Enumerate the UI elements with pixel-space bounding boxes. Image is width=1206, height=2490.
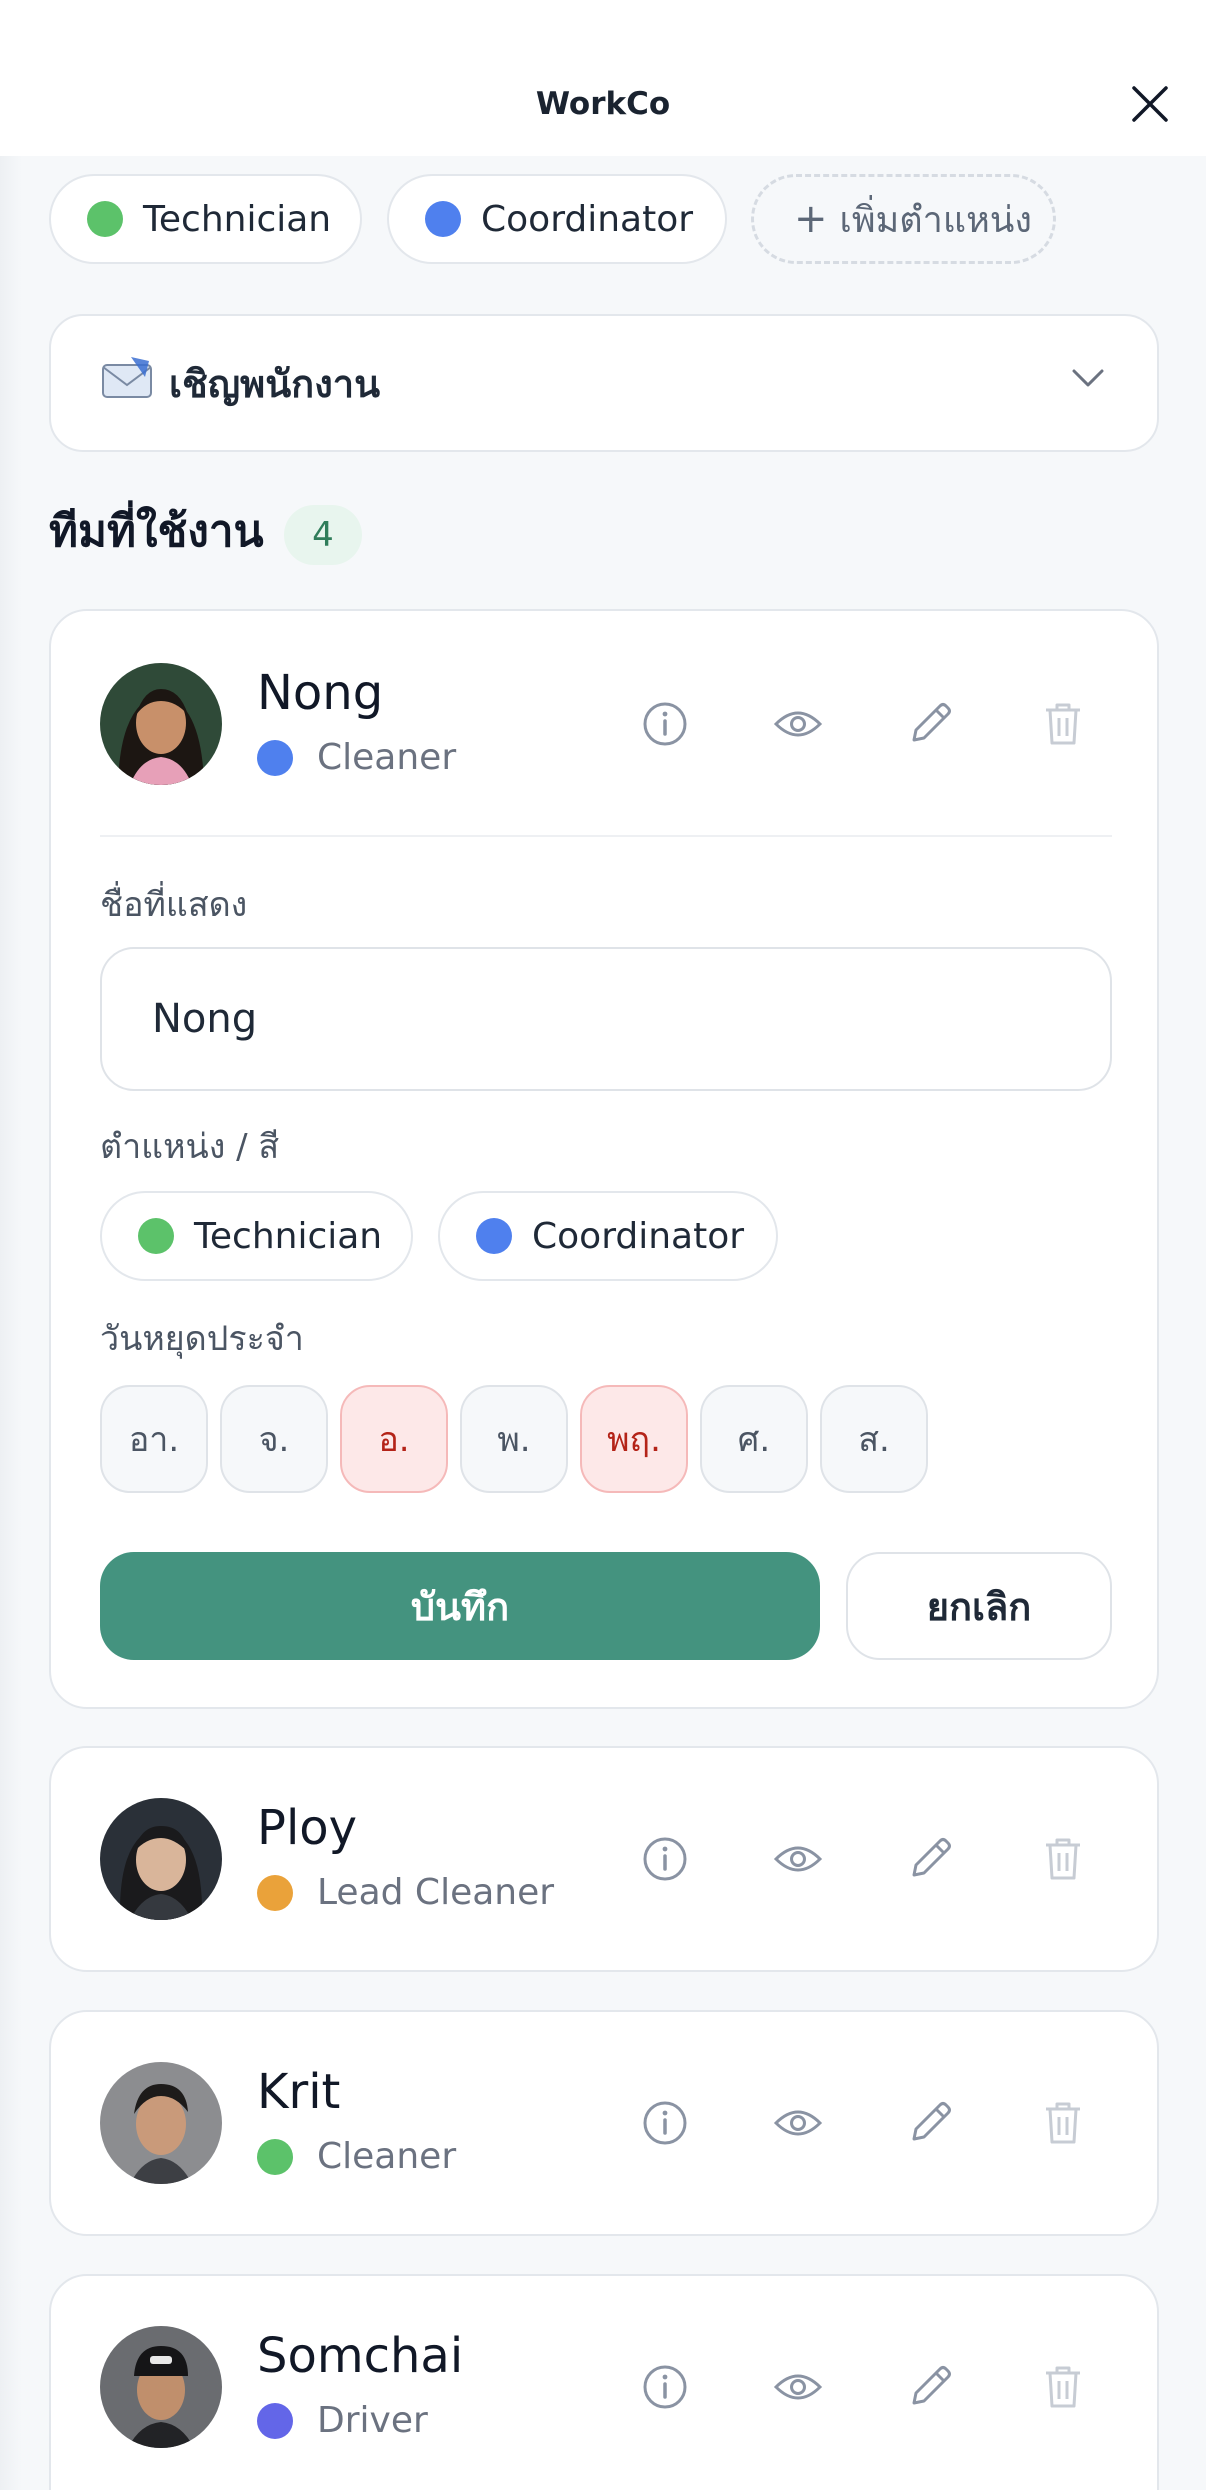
day-toggle-wed[interactable]: พ. [460,1385,568,1493]
member-card-krit[interactable]: Krit Cleaner [49,2010,1159,2236]
delete-button[interactable] [1033,694,1093,754]
role-option-technician[interactable]: Technician [100,1191,413,1281]
eye-icon [773,2110,823,2136]
invite-employee-dropdown[interactable]: เชิญพนักงาน [49,314,1159,452]
member-role-label: Lead Cleaner [317,1872,555,1913]
pencil-icon [912,1838,951,1877]
delete-button[interactable] [1033,2093,1093,2153]
member-name: Nong [257,665,384,721]
edit-button[interactable] [900,694,960,754]
display-name-label: ชื่อที่แสดง [100,885,248,925]
role-color-dot [425,201,461,237]
member-role: Driver [257,2398,428,2444]
info-button[interactable] [635,2093,695,2153]
team-count-badge: 4 [284,505,362,565]
role-color-dot [257,740,293,776]
member-role-label: Cleaner [317,2136,457,2177]
edit-button[interactable] [900,2093,960,2153]
eye-icon [773,711,823,737]
close-icon [1132,86,1168,122]
role-color-dot [87,201,123,237]
add-role-button[interactable]: + เพิ่มตำแหน่ง [751,174,1056,264]
role-color-dot [138,1218,174,1254]
pencil-icon [912,2102,951,2141]
info-button[interactable] [635,2357,695,2417]
member-card-ploy[interactable]: Ploy Lead Cleaner [49,1746,1159,1972]
member-role: Cleaner [257,2134,456,2180]
info-icon [643,702,687,746]
close-button[interactable] [1127,81,1173,127]
app-title: WorkCo [535,86,671,122]
info-button[interactable] [635,1829,695,1889]
top-bar: WorkCo [0,0,1206,156]
trash-icon [1046,2366,1080,2408]
chevron-down-icon [1072,369,1104,387]
view-button[interactable] [768,1829,828,1889]
pencil-icon [912,2366,951,2405]
invite-label: เชิญพนักงาน [169,361,381,406]
member-role-label: Driver [317,2400,428,2441]
view-button[interactable] [768,2093,828,2153]
eye-icon [773,2374,823,2400]
edit-button[interactable] [900,2357,960,2417]
save-button[interactable]: บันทึก [100,1552,820,1660]
day-toggle-sun[interactable]: อา. [100,1385,208,1493]
role-color-dot [257,2403,293,2439]
member-name: Somchai [257,2328,464,2384]
info-button[interactable] [635,694,695,754]
view-button[interactable] [768,2357,828,2417]
add-role-label: เพิ่มตำแหน่ง [839,199,1032,241]
plus-icon: + [794,196,828,242]
day-toggle-fri[interactable]: ศ. [700,1385,808,1493]
member-role-label: Cleaner [317,737,457,778]
edit-button[interactable] [900,1829,960,1889]
scroll-edge-shadow [0,156,22,2490]
info-icon [643,2101,687,2145]
role-chip-label: Coordinator [481,198,694,240]
role-color-dot [476,1218,512,1254]
team-section-title: ทีมที่ใช้งาน [49,506,264,557]
role-color-dot [257,2139,293,2175]
info-icon [643,2365,687,2409]
eye-icon [773,1846,823,1872]
role-option-coordinator[interactable]: Coordinator [438,1191,778,1281]
trash-icon [1046,2102,1080,2144]
days-off-label: วันหยุดประจำ [100,1319,304,1359]
role-chip-label: Technician [143,198,332,240]
info-icon [643,1837,687,1881]
avatar [100,663,222,785]
day-toggle-sat[interactable]: ส. [820,1385,928,1493]
member-role: Lead Cleaner [257,1870,554,1916]
member-name: Ploy [257,1800,358,1856]
pencil-icon [912,703,951,742]
trash-icon [1046,703,1080,745]
display-name-input[interactable] [100,947,1112,1091]
avatar [100,2062,222,2184]
trash-icon [1046,1838,1080,1880]
member-card-nong: Nong Cleaner ชื่อที่แสดง ตำแหน่ง / สี Te… [49,609,1159,1709]
avatar [100,2326,222,2448]
member-name: Krit [257,2064,341,2120]
day-toggle-thu[interactable]: พฤ. [580,1385,688,1493]
member-card-somchai[interactable]: Somchai Driver [49,2274,1159,2490]
role-option-label: Technician [194,1215,383,1257]
delete-button[interactable] [1033,1829,1093,1889]
day-toggle-tue[interactable]: อ. [340,1385,448,1493]
role-color-dot [257,1875,293,1911]
envelope-icon [101,355,153,412]
role-chip-coordinator[interactable]: Coordinator [387,174,727,264]
member-role: Cleaner [257,735,456,781]
view-button[interactable] [768,694,828,754]
delete-button[interactable] [1033,2357,1093,2417]
card-divider [100,835,1112,837]
role-color-label: ตำแหน่ง / สี [100,1127,280,1167]
day-toggle-mon[interactable]: จ. [220,1385,328,1493]
cancel-button[interactable]: ยกเลิก [846,1552,1112,1660]
avatar [100,1798,222,1920]
role-chip-technician[interactable]: Technician [49,174,362,264]
role-option-label: Coordinator [532,1215,745,1257]
